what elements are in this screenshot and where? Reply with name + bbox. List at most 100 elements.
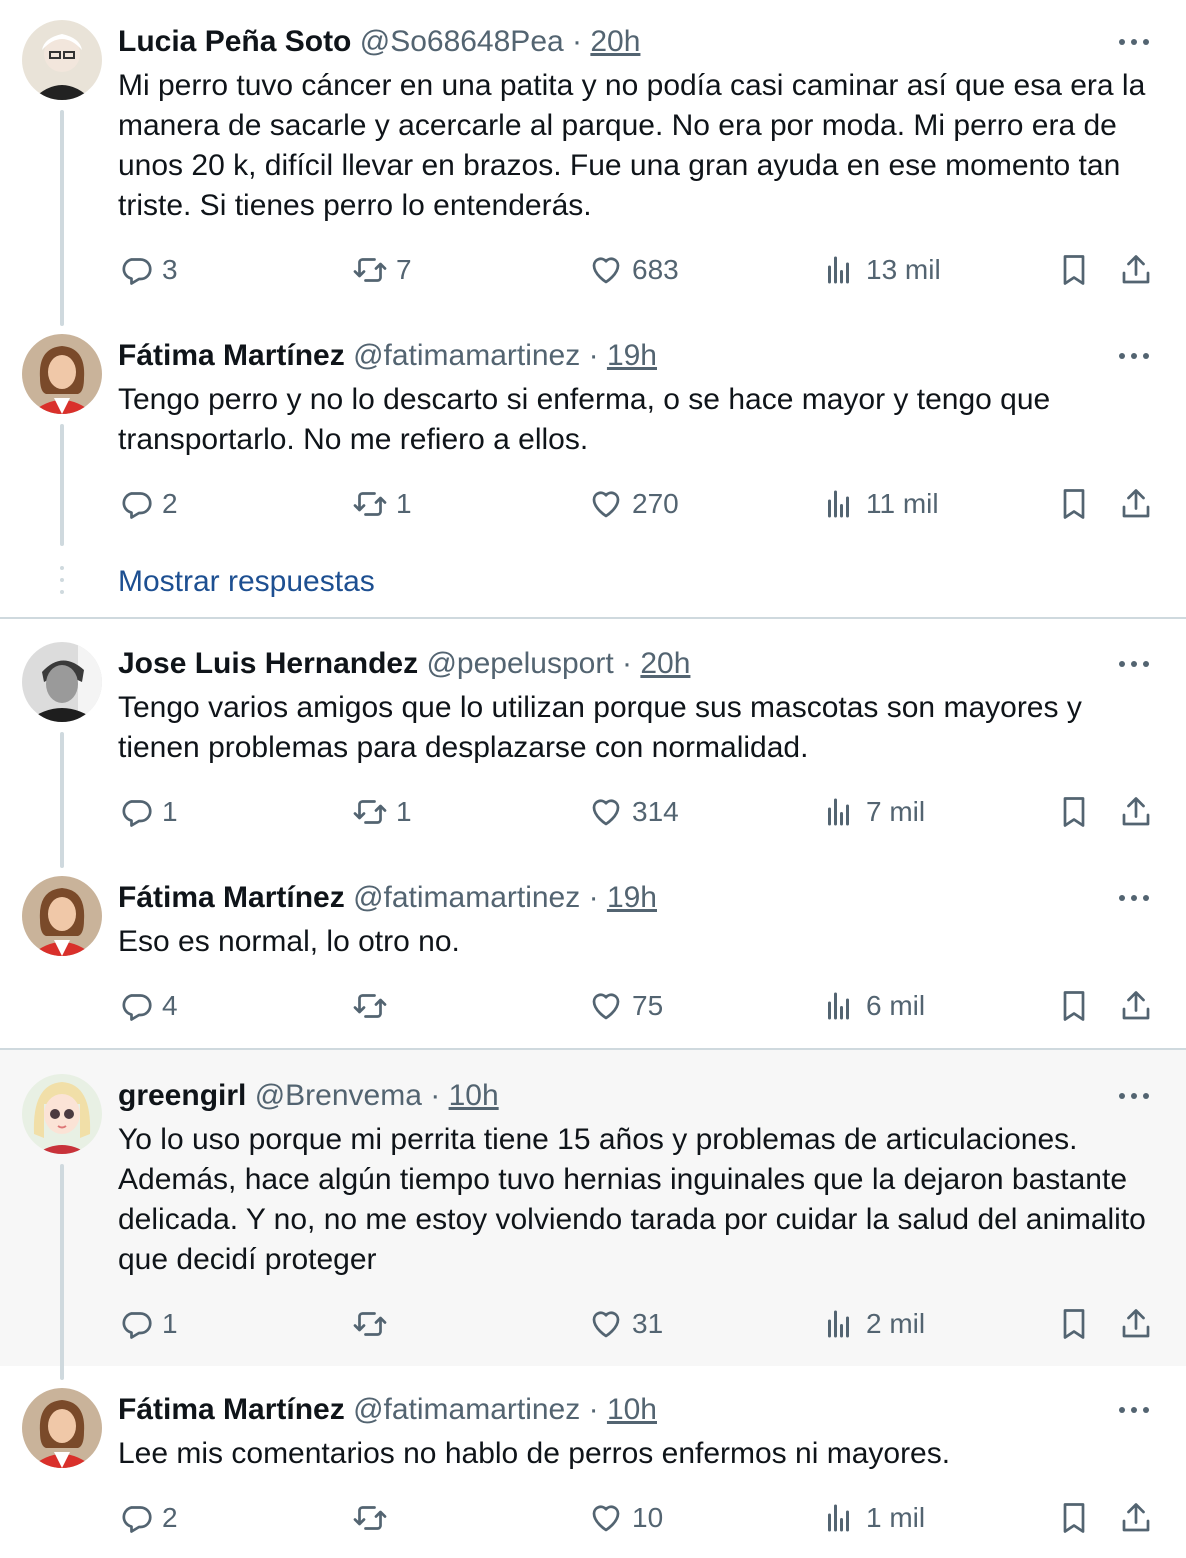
bookmark-icon	[1056, 1500, 1092, 1536]
views-button[interactable]: 7 mil	[822, 792, 925, 832]
share-button[interactable]	[1118, 250, 1154, 290]
handle[interactable]: @fatimamartinez	[353, 881, 580, 914]
avatar[interactable]	[22, 20, 102, 100]
bookmark-button[interactable]	[1056, 250, 1092, 290]
like-button[interactable]: 31	[588, 1304, 663, 1344]
display-name[interactable]: greengirl	[118, 1079, 246, 1112]
action-bar: 2 1 270 11 mil	[118, 484, 1168, 524]
avatar[interactable]	[22, 1074, 102, 1154]
tweet-text: Tengo varios amigos que lo utilizan porq…	[118, 691, 1082, 764]
reply-button[interactable]: 1	[118, 1304, 178, 1344]
retweet-button[interactable]: 1	[352, 484, 412, 524]
retweet-button[interactable]: 1	[352, 792, 412, 832]
avatar[interactable]	[22, 334, 102, 414]
retweet-icon	[352, 988, 388, 1024]
views-icon	[822, 486, 858, 522]
retweet-button[interactable]	[352, 1498, 388, 1538]
share-button[interactable]	[1118, 986, 1154, 1026]
views-button[interactable]: 2 mil	[822, 1304, 925, 1344]
share-button[interactable]	[1118, 484, 1154, 524]
more-icon[interactable]	[1114, 884, 1154, 914]
handle[interactable]: @Brenvema	[255, 1079, 422, 1112]
more-icon[interactable]	[1114, 28, 1154, 58]
action-bar: 1 1 314 7 mil	[118, 792, 1168, 832]
display-name[interactable]: Fátima Martínez	[118, 339, 345, 372]
display-name[interactable]: Fátima Martínez	[118, 881, 345, 914]
like-button[interactable]: 75	[588, 986, 663, 1026]
handle[interactable]: @pepelusport	[426, 647, 613, 680]
bookmark-button[interactable]	[1056, 1304, 1092, 1344]
like-button[interactable]: 270	[588, 484, 679, 524]
handle[interactable]: @So68648Pea	[360, 25, 564, 58]
display-name[interactable]: Lucia Peña Soto	[118, 25, 351, 58]
timestamp[interactable]: 20h	[590, 25, 640, 58]
timestamp[interactable]: 19h	[607, 339, 657, 372]
handle[interactable]: @fatimamartinez	[353, 339, 580, 372]
retweets-count: 1	[396, 796, 412, 827]
thread-line	[60, 424, 64, 546]
replies-count: 1	[162, 1308, 178, 1339]
tweet-header: greengirl @Brenvema · 10h	[118, 1076, 499, 1116]
reply-button[interactable]: 4	[118, 986, 178, 1026]
retweet-icon	[352, 486, 388, 522]
views-button[interactable]: 13 mil	[822, 250, 941, 290]
views-count: 7 mil	[866, 796, 926, 827]
timestamp[interactable]: 20h	[640, 647, 690, 680]
bookmark-button[interactable]	[1056, 484, 1092, 524]
reply-button[interactable]: 2	[118, 484, 178, 524]
reply-icon	[118, 1306, 154, 1342]
retweet-button[interactable]	[352, 986, 388, 1026]
more-icon[interactable]	[1114, 1082, 1154, 1112]
share-icon	[1118, 1500, 1154, 1536]
separator-dot: ·	[622, 647, 633, 680]
like-button[interactable]: 10	[588, 1498, 663, 1538]
views-button[interactable]: 11 mil	[822, 484, 939, 524]
avatar[interactable]	[22, 876, 102, 956]
bookmark-button[interactable]	[1056, 792, 1092, 832]
retweet-button[interactable]: 7	[352, 250, 412, 290]
heart-icon	[588, 1306, 624, 1342]
retweet-icon	[352, 252, 388, 288]
likes-count: 683	[632, 254, 679, 285]
share-button[interactable]	[1118, 1498, 1154, 1538]
separator-dot: ·	[430, 1079, 441, 1112]
reply-button[interactable]: 1	[118, 792, 178, 832]
reply-button[interactable]: 3	[118, 250, 178, 290]
bookmark-button[interactable]	[1056, 986, 1092, 1026]
bookmark-button[interactable]	[1056, 1498, 1092, 1538]
retweet-button[interactable]	[352, 1304, 388, 1344]
views-button[interactable]: 1 mil	[822, 1498, 925, 1538]
views-button[interactable]: 6 mil	[822, 986, 925, 1026]
share-button[interactable]	[1118, 792, 1154, 832]
views-count: 1 mil	[866, 1502, 926, 1533]
timestamp[interactable]: 10h	[449, 1079, 499, 1112]
divider	[0, 617, 1186, 619]
timestamp[interactable]: 19h	[607, 881, 657, 914]
timestamp[interactable]: 10h	[607, 1393, 657, 1426]
share-button[interactable]	[1118, 1304, 1154, 1344]
reply-icon	[118, 252, 154, 288]
share-icon	[1118, 486, 1154, 522]
show-replies-link[interactable]: Mostrar respuestas	[118, 562, 375, 602]
reply-button[interactable]: 2	[118, 1498, 178, 1538]
like-button[interactable]: 683	[588, 250, 679, 290]
avatar[interactable]	[22, 1388, 102, 1468]
share-icon	[1118, 1306, 1154, 1342]
replies-count: 1	[162, 796, 178, 827]
share-icon	[1118, 988, 1154, 1024]
heart-icon	[588, 1500, 624, 1536]
display-name[interactable]: Fátima Martínez	[118, 1393, 345, 1426]
display-name[interactable]: Jose Luis Hernandez	[118, 647, 418, 680]
separator-dot: ·	[588, 339, 599, 372]
more-icon[interactable]	[1114, 342, 1154, 372]
retweet-icon	[352, 1500, 388, 1536]
views-icon	[822, 794, 858, 830]
more-icon[interactable]	[1114, 650, 1154, 680]
reply-icon	[118, 1500, 154, 1536]
like-button[interactable]: 314	[588, 792, 679, 832]
handle[interactable]: @fatimamartinez	[353, 1393, 580, 1426]
heart-icon	[588, 794, 624, 830]
more-icon[interactable]	[1114, 1396, 1154, 1426]
avatar[interactable]	[22, 642, 102, 722]
retweet-icon	[352, 794, 388, 830]
